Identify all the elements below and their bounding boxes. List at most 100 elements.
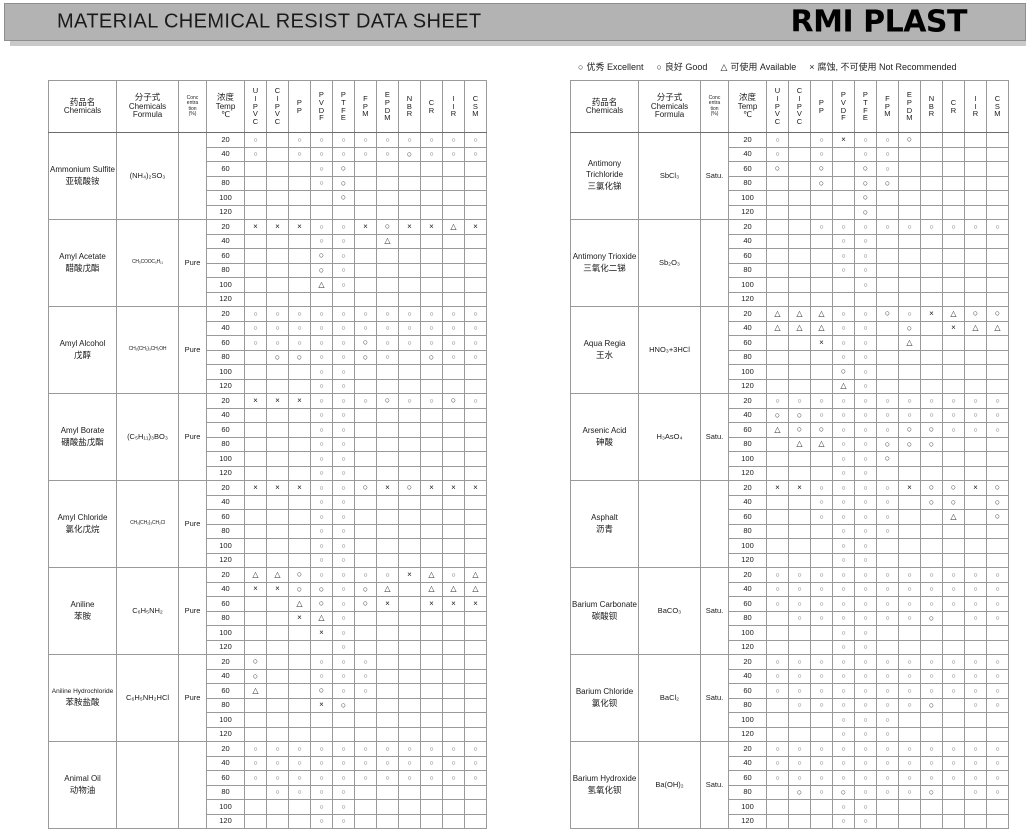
- cell-rating: [288, 233, 311, 249]
- cell-rating: ○: [810, 509, 833, 525]
- cell-rating: [464, 625, 487, 641]
- rating-o-icon: ○: [863, 615, 868, 623]
- cell-rating: [376, 639, 399, 655]
- rating-o-icon: ○: [995, 774, 1000, 782]
- rating-t-icon: △: [274, 569, 281, 579]
- rating-o-icon: ○: [775, 760, 780, 768]
- rating-o-icon: ○: [319, 426, 324, 434]
- cell-concentration: [700, 306, 729, 394]
- cell-temperature: 100: [728, 364, 767, 380]
- rating-o-icon: ○: [473, 310, 478, 318]
- cell-rating: [398, 436, 421, 452]
- cell-chemical-formula: H₃AsO₄: [638, 393, 701, 481]
- rating-o-icon: ○: [319, 310, 324, 318]
- cell-chemical-name: Ammonium Sulfite 亚硫酸铵: [48, 132, 117, 220]
- rating-O-icon: ○: [340, 699, 347, 710]
- rating-o-icon: ○: [819, 615, 824, 623]
- cell-rating: [464, 161, 487, 177]
- cell-rating: ○: [876, 567, 899, 583]
- cell-rating: ○: [266, 755, 289, 771]
- cell-rating: ○: [964, 393, 987, 409]
- cell-rating: [464, 451, 487, 467]
- cell-rating: ○: [854, 248, 877, 264]
- rating-o-icon: ○: [863, 412, 868, 420]
- cell-chemical-formula: Ba(OH)₂: [638, 741, 701, 829]
- cell-rating: ○: [832, 799, 855, 815]
- cell-rating: [376, 654, 399, 670]
- rating-o-icon: ○: [819, 151, 824, 159]
- cell-rating: [876, 320, 899, 336]
- cell-rating: [920, 523, 943, 539]
- cell-rating: ○: [898, 436, 921, 452]
- cell-rating: [398, 784, 421, 800]
- col-header-material-4: PTFE: [332, 80, 355, 133]
- cell-rating: [464, 233, 487, 249]
- rating-o-icon: ○: [341, 310, 346, 318]
- rating-o-icon: ○: [407, 745, 412, 753]
- cell-rating: ○: [376, 146, 399, 162]
- cell-rating: [464, 436, 487, 452]
- cell-rating: ○: [832, 465, 855, 481]
- rating-o-icon: ○: [341, 223, 346, 231]
- rating-o-icon: ○: [907, 789, 912, 797]
- cell-temperature: 60: [728, 509, 767, 525]
- cell-rating: [920, 190, 943, 206]
- cell-rating: [244, 422, 267, 438]
- cell-rating: [788, 204, 811, 220]
- cell-rating: [244, 436, 267, 452]
- cell-rating: [942, 465, 965, 481]
- cell-rating: [376, 277, 399, 293]
- cell-rating: [464, 697, 487, 713]
- cell-rating: ○: [832, 320, 855, 336]
- cell-rating: △: [464, 581, 487, 597]
- rating-x-icon: ×: [429, 482, 434, 492]
- rating-o-icon: ○: [319, 745, 324, 753]
- cell-temperature: 100: [728, 277, 767, 293]
- cell-rating: ×: [288, 393, 311, 409]
- rating-o-icon: ○: [841, 455, 846, 463]
- cell-temperature: 60: [206, 248, 245, 264]
- rating-o-icon: ○: [841, 397, 846, 405]
- cell-rating: [420, 799, 443, 815]
- cell-rating: [964, 233, 987, 249]
- cell-rating: ○: [310, 161, 333, 177]
- cell-rating: [398, 697, 421, 713]
- rating-o-icon: ○: [841, 658, 846, 666]
- cell-rating: [920, 552, 943, 568]
- cell-rating: ○: [788, 697, 811, 713]
- rating-t-icon: △: [384, 584, 391, 594]
- cell-temperature: 20: [206, 654, 245, 670]
- cell-rating: [766, 784, 789, 800]
- rating-o-icon: ○: [841, 774, 846, 782]
- cell-rating: [986, 204, 1009, 220]
- cell-rating: ○: [332, 480, 355, 496]
- cell-rating: [920, 378, 943, 394]
- cell-rating: [398, 161, 421, 177]
- cell-temperature: 80: [728, 262, 767, 278]
- legend-item-1: ○ 良好 Good: [656, 60, 707, 73]
- cell-rating: [244, 291, 267, 307]
- rating-o-icon: ○: [775, 673, 780, 681]
- cell-rating: [766, 639, 789, 655]
- cell-rating: △: [986, 320, 1009, 336]
- cell-temperature: 20: [206, 132, 245, 148]
- cell-rating: [244, 175, 267, 191]
- rating-O-icon: ○: [274, 351, 281, 362]
- rating-o-icon: ○: [973, 412, 978, 420]
- cell-rating: ○: [266, 741, 289, 757]
- cell-rating: ○: [876, 610, 899, 626]
- cell-rating: ○: [986, 494, 1009, 510]
- rating-O-icon: ○: [884, 438, 891, 449]
- cell-rating: ○: [398, 741, 421, 757]
- rating-o-icon: ○: [319, 803, 324, 811]
- cell-rating: ○: [288, 784, 311, 800]
- rating-o-icon: ○: [995, 687, 1000, 695]
- cell-rating: [964, 523, 987, 539]
- cell-rating: ○: [832, 625, 855, 641]
- rating-o-icon: ○: [775, 687, 780, 695]
- cell-rating: [876, 248, 899, 264]
- cell-rating: ○: [310, 451, 333, 467]
- rating-t-icon: △: [428, 569, 435, 579]
- rating-o-icon: ○: [253, 774, 258, 782]
- cell-temperature: 40: [206, 320, 245, 336]
